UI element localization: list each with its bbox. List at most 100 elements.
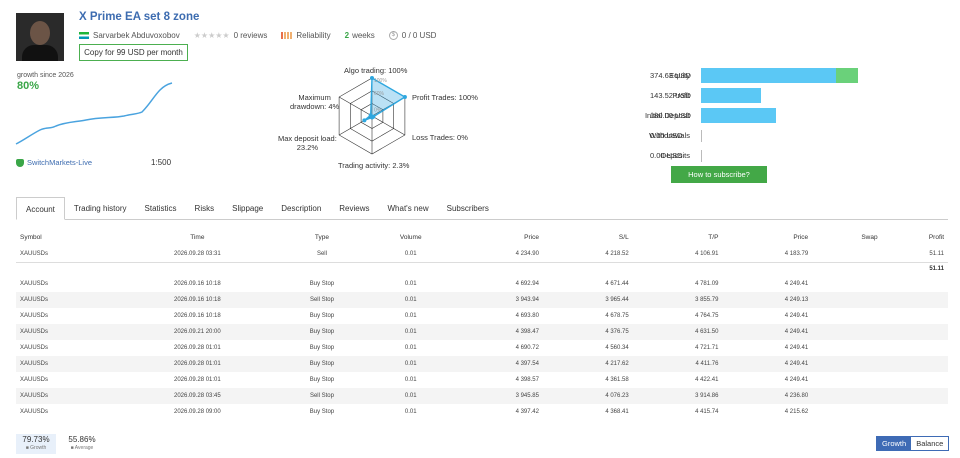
table-cell: 4 217.62 <box>542 356 633 372</box>
reviews[interactable]: ★★★★★ 0 reviews <box>194 31 268 40</box>
column-header[interactable]: Profit <box>882 229 948 246</box>
table-cell <box>812 372 881 388</box>
tab-trading-history[interactable]: Trading history <box>65 197 136 220</box>
subscribe-button[interactable]: How to subscribe? <box>671 166 767 183</box>
table-cell: Sell Stop <box>275 388 369 404</box>
table-cell: XAUUSDs <box>16 388 120 404</box>
table-row[interactable]: XAUUSDs 2026.09.28 01:01 Buy Stop 0.01 4 397… <box>16 356 948 372</box>
average-stat[interactable]: 55.86% ■ Average <box>62 434 102 454</box>
table-cell: 0.01 <box>404 377 417 383</box>
equity-bar <box>701 68 836 83</box>
table-cell: 2026.09.21 20:00 <box>119 324 276 340</box>
column-header[interactable]: T/P <box>633 229 723 246</box>
radar-point <box>362 118 367 123</box>
financial-value: 143.52 USD <box>650 91 691 100</box>
table-cell: Buy Stop <box>275 356 369 372</box>
table-row[interactable]: XAUUSDs 2026.09.28 09:00 Buy Stop 0.01 4 397… <box>16 404 948 420</box>
table-cell: 4 249.41 <box>784 377 809 383</box>
balance-toggle-button[interactable]: Balance <box>911 437 949 450</box>
financial-bar <box>701 108 776 123</box>
table-row[interactable]: XAUUSDs 2026.09.28 03:31 Sell 0.01 4 234.90 4… <box>16 246 948 263</box>
avatar[interactable] <box>16 13 64 61</box>
table-cell: Sell Stop <box>275 292 369 308</box>
column-header[interactable]: S/L <box>543 229 633 246</box>
table-cell <box>882 404 948 420</box>
dollar-icon: $ <box>388 30 398 40</box>
table-cell: XAUUSDs <box>20 377 49 383</box>
tab-statistics[interactable]: Statistics <box>136 197 186 220</box>
chart-toggle: Growth Balance <box>876 436 950 451</box>
tab-bar: Account Trading history Statistics Risks Sli… <box>16 197 948 220</box>
table-header-row: Symbol Time Type Volume Price S/L T/P Price Swap… <box>16 229 948 246</box>
radar-label-loss: Loss Trades: 0% <box>412 133 468 142</box>
column-header[interactable]: Price <box>453 229 543 246</box>
table-cell: 4 690.72 <box>515 345 539 351</box>
table-cell: Buy Stop <box>309 281 335 287</box>
copy-button[interactable]: Copy for 99 USD per month <box>79 44 188 61</box>
growth-stat[interactable]: 79.73% ■ Growth <box>16 434 56 454</box>
tab-account[interactable]: Account <box>16 197 65 220</box>
tab-risks[interactable]: Risks <box>186 197 224 220</box>
reliability-bars-icon <box>281 31 293 39</box>
tab-slippage[interactable]: Slippage <box>223 197 272 220</box>
table-row[interactable]: XAUUSDs 2026.09.28 03:45 Sell Stop 0.01 3 94… <box>16 388 948 404</box>
column-header[interactable]: Type <box>276 229 369 246</box>
table-cell <box>882 276 948 292</box>
table-cell: 4 249.41 <box>722 356 813 372</box>
table-cell: 4 721.71 <box>695 345 719 351</box>
table-cell: XAUUSDs <box>20 345 49 351</box>
column-header[interactable]: Swap <box>812 229 881 246</box>
financial-row: Withdrawals 0.00 USD <box>560 128 880 144</box>
tab-what-s-new[interactable]: What's new <box>379 197 438 220</box>
table-cell: 4 361.58 <box>605 377 629 383</box>
risk-radar: 100% 60% 0% Algo trading: 100% Profit Trad… <box>250 62 540 174</box>
table-cell: Sell <box>275 246 369 263</box>
table-cell: Buy Stop <box>309 377 335 383</box>
table-cell: Buy Stop <box>309 313 335 319</box>
table-cell: 4 397.54 <box>453 356 543 372</box>
financial-row: Deposits 0.00 USD <box>560 148 880 164</box>
table-row[interactable]: XAUUSDs 2026.09.28 01:01 Buy Stop 0.01 4 398… <box>16 372 948 388</box>
table-cell <box>881 388 948 404</box>
tab-reviews[interactable]: Reviews <box>330 197 378 220</box>
table-cell: 4 106.91 <box>632 246 723 263</box>
table-cell: XAUUSDs <box>16 324 120 340</box>
table-cell: 4 249.13 <box>722 292 813 308</box>
growth-sparkline[interactable] <box>14 78 174 150</box>
table-cell <box>812 246 882 263</box>
column-header[interactable]: Time <box>119 229 276 246</box>
radar-svg: 100% 60% 0% <box>338 76 407 155</box>
growth-toggle-button[interactable]: Growth <box>877 437 912 450</box>
table-cell: 4 764.75 <box>695 313 719 319</box>
table-cell: 2026.09.16 10:18 <box>174 281 221 287</box>
column-header[interactable]: Volume <box>368 229 453 246</box>
table-cell: 4 398.57 <box>515 377 539 383</box>
table-row[interactable]: XAUUSDs 2026.09.16 10:18 Buy Stop 0.01 4 693… <box>16 308 948 324</box>
financial-bar <box>701 88 761 103</box>
table-cell <box>881 356 948 372</box>
table-cell <box>882 372 948 388</box>
table-row[interactable]: XAUUSDs 2026.09.28 01:01 Buy Stop 0.01 4 690… <box>16 340 948 356</box>
signal-title[interactable]: X Prime EA set 8 zone <box>79 11 199 23</box>
column-header[interactable]: Price <box>722 229 812 246</box>
radar-label-activity: Trading activity: 2.3% <box>338 161 410 170</box>
radar-point <box>402 95 407 99</box>
tab-description[interactable]: Description <box>272 197 330 220</box>
table-cell: 4 671.44 <box>605 281 629 287</box>
table-cell: 2026.09.28 09:00 <box>174 409 221 415</box>
broker-link[interactable]: SwitchMarkets-Live <box>16 158 92 167</box>
author-link[interactable]: Sarvarbek Abduvoxobov <box>79 31 180 40</box>
tab-subscribers[interactable]: Subscribers <box>438 197 498 220</box>
table-cell <box>881 324 948 340</box>
funds: $0 / 0 USD <box>388 30 436 40</box>
table-row[interactable]: XAUUSDs 2026.09.21 20:00 Buy Stop 0.01 4 398… <box>16 324 948 340</box>
table-cell: 4 249.41 <box>784 313 809 319</box>
column-header[interactable]: Symbol <box>16 229 119 246</box>
financial-value: 374.63 USD <box>650 71 691 80</box>
radar-ring-label: 60% <box>374 91 385 97</box>
table-cell: 0.01 <box>404 313 417 319</box>
table-cell: 2026.09.16 10:18 <box>119 292 276 308</box>
table-row[interactable]: XAUUSDs 2026.09.16 10:18 Sell Stop 0.01 3 94… <box>16 292 948 308</box>
table-row[interactable]: XAUUSDs 2026.09.16 10:18 Buy Stop 0.01 4 692… <box>16 276 948 292</box>
table-cell: 4 249.41 <box>722 324 813 340</box>
